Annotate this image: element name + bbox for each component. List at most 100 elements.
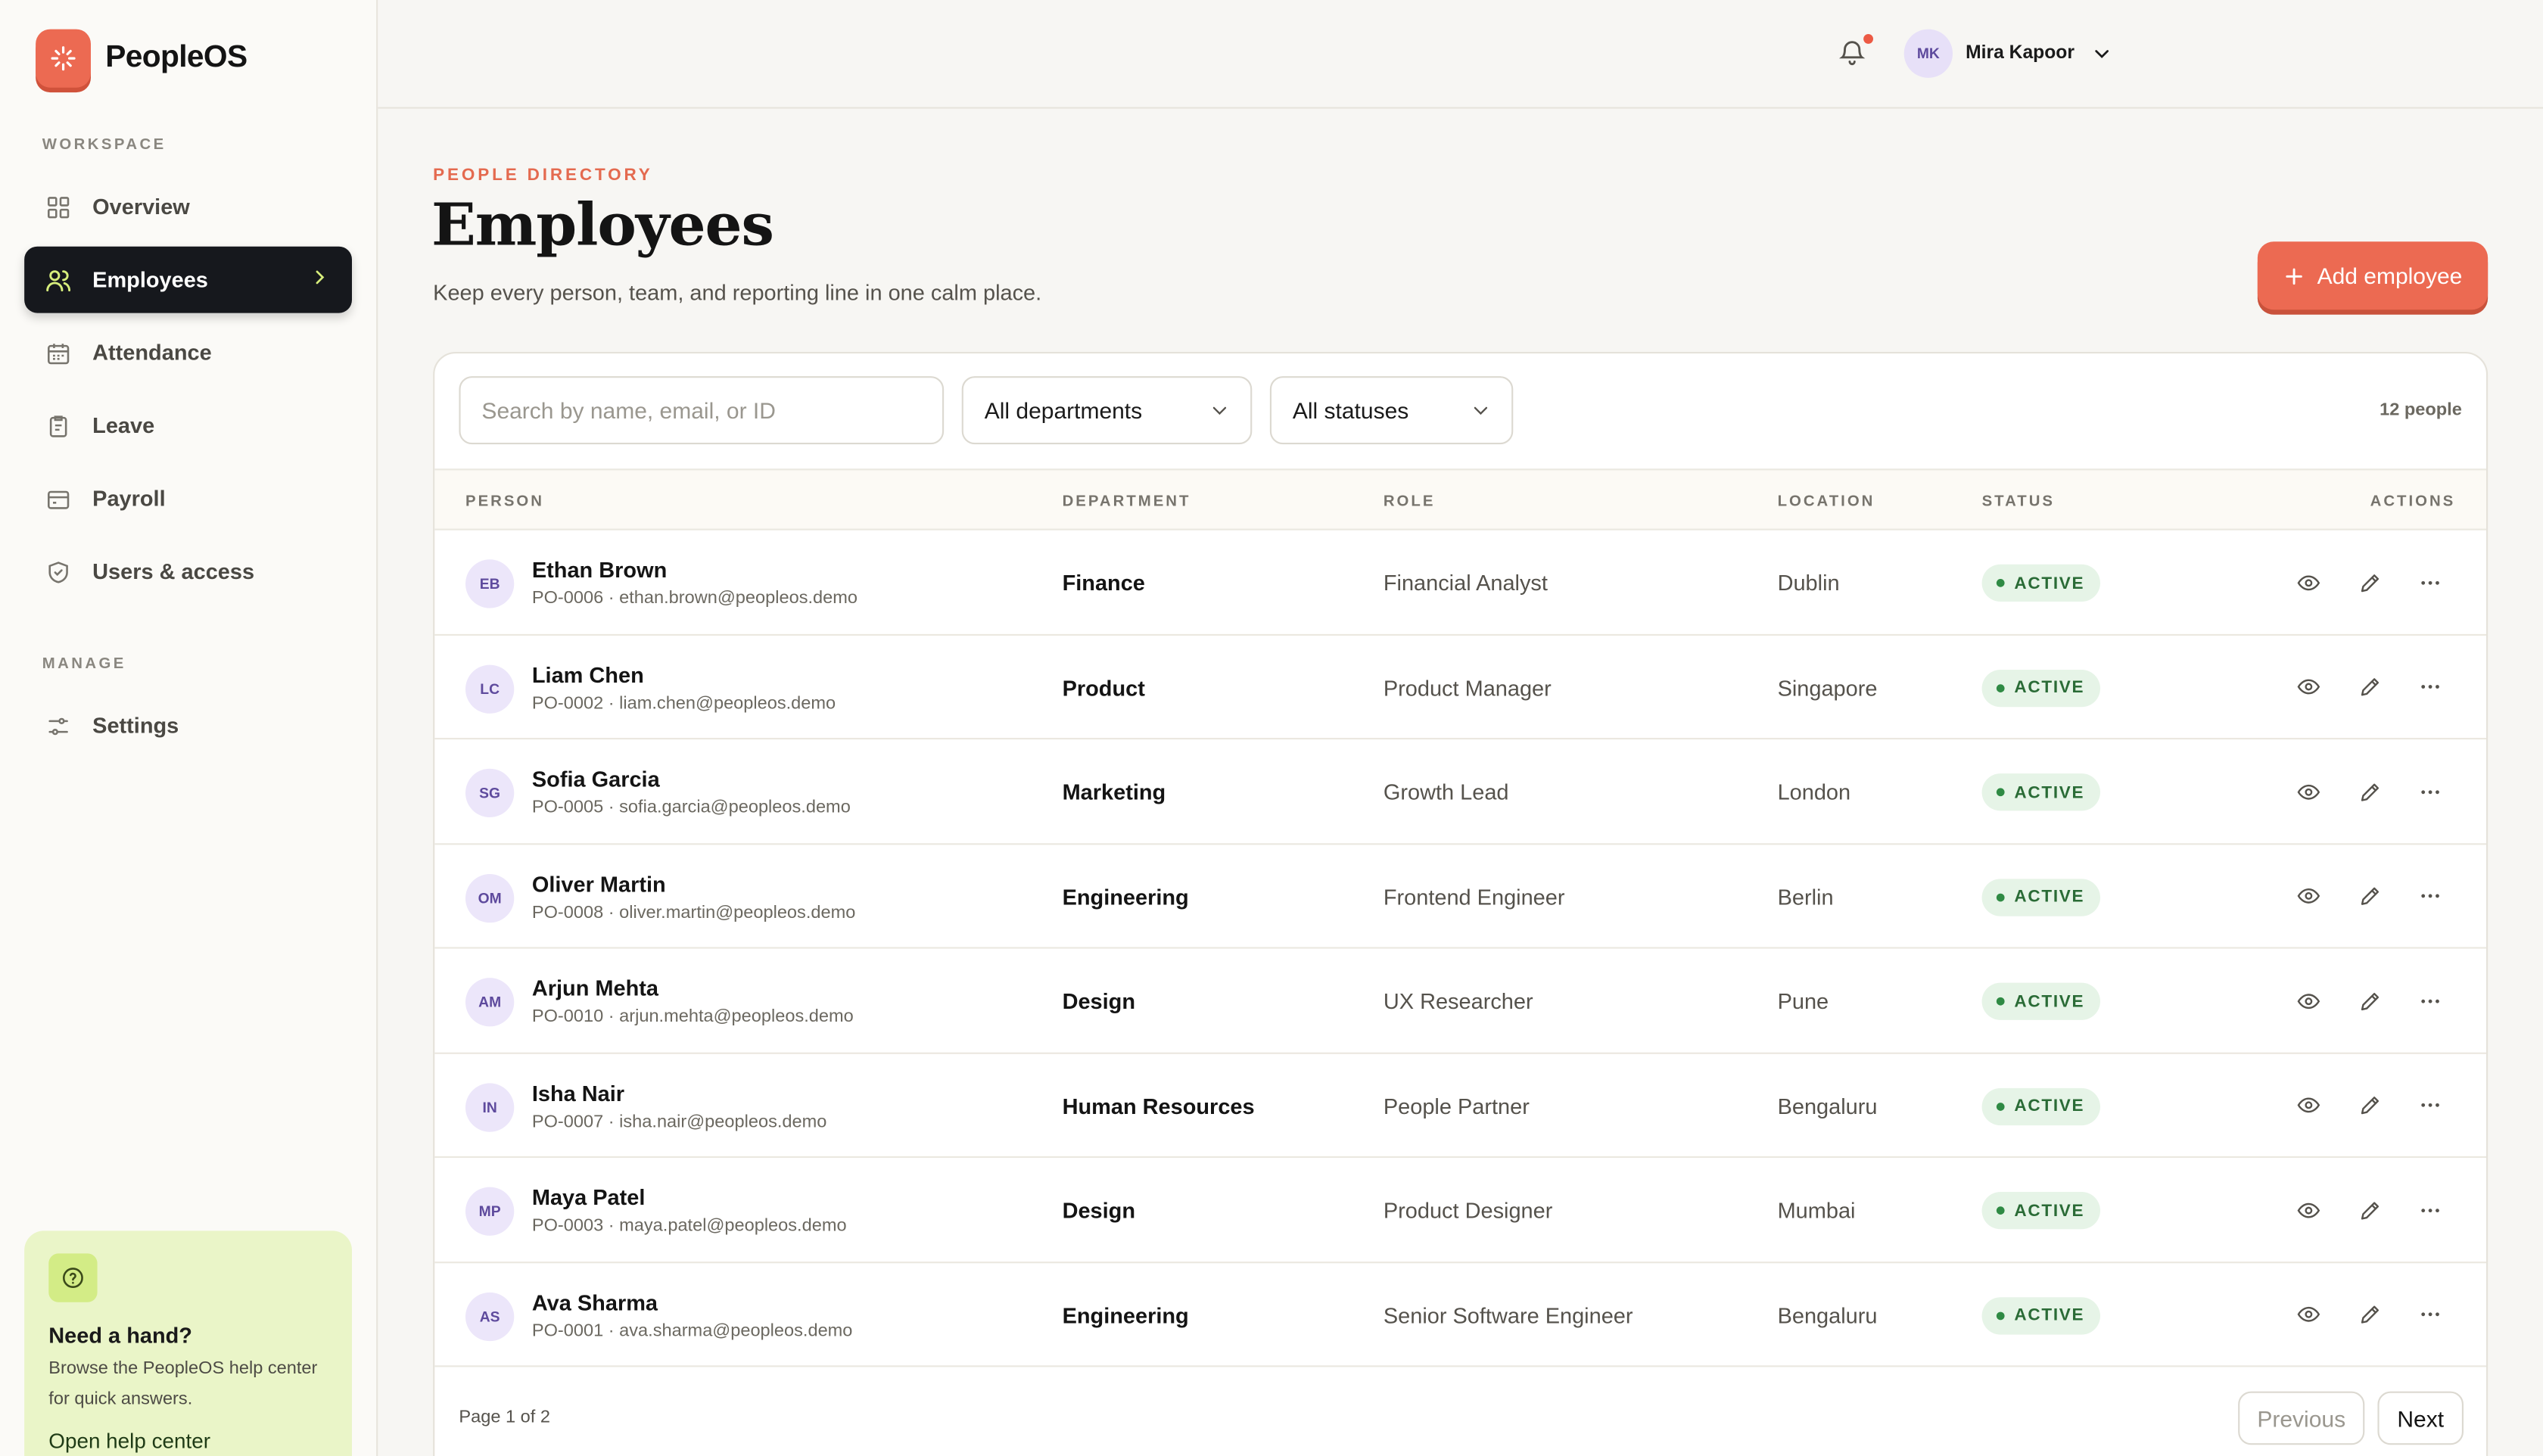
- page-eyebrow: PEOPLE DIRECTORY: [433, 165, 653, 185]
- table-row[interactable]: IN Isha Nair PO-0007 · isha.nair@peopleos.…: [434, 1053, 2486, 1158]
- table-row[interactable]: EB Ethan Brown PO-0006 · ethan.brown@peopl…: [434, 530, 2486, 635]
- edit-pencil-icon[interactable]: [2353, 880, 2386, 913]
- view-eye-icon[interactable]: [2292, 1089, 2324, 1122]
- employee-role: People Partner: [1383, 1094, 1530, 1118]
- status-dot: [1996, 788, 2005, 797]
- employee-name[interactable]: Maya Patel: [532, 1185, 646, 1209]
- employee-name[interactable]: Oliver Martin: [532, 872, 666, 896]
- sidebar-item-leave[interactable]: Leave: [24, 393, 352, 459]
- table-row[interactable]: LC Liam Chen PO-0002 · liam.chen@peopleos.…: [434, 635, 2486, 740]
- status-badge: ACTIVE: [1981, 1192, 2101, 1230]
- help-center-link[interactable]: Open help center: [48, 1429, 328, 1453]
- more-options-icon[interactable]: [2414, 985, 2446, 1017]
- sidebar-item-label: Attendance: [92, 341, 212, 366]
- column-header-location[interactable]: LOCATION: [1778, 493, 1875, 511]
- status-dot: [1996, 579, 2005, 587]
- employee-name[interactable]: Ethan Brown: [532, 558, 667, 582]
- more-options-icon[interactable]: [2414, 1298, 2446, 1330]
- department-select[interactable]: All departments: [961, 376, 1253, 445]
- sidebar-item-payroll[interactable]: Payroll: [24, 465, 352, 532]
- people-count: 12 people: [2380, 400, 2462, 420]
- employee-role: UX Researcher: [1383, 989, 1533, 1014]
- brand-name: PeopleOS: [105, 40, 247, 75]
- status-label: ACTIVE: [2014, 573, 2085, 593]
- table-row[interactable]: MP Maya Patel PO-0003 · maya.patel@peopleo…: [434, 1158, 2486, 1263]
- wallet-icon: [44, 484, 73, 514]
- department-select-value: All departments: [984, 397, 1143, 424]
- previous-page-button[interactable]: Previous: [2238, 1391, 2365, 1445]
- employee-name[interactable]: Sofia Garcia: [532, 767, 660, 792]
- employee-location: Bengaluru: [1777, 1094, 1878, 1118]
- employee-name[interactable]: Ava Sharma: [532, 1290, 658, 1314]
- status-select[interactable]: All statuses: [1269, 376, 1514, 445]
- employee-name[interactable]: Arjun Mehta: [532, 976, 658, 1000]
- column-header-status[interactable]: STATUS: [1982, 493, 2055, 511]
- column-header-role[interactable]: ROLE: [1384, 493, 1436, 511]
- edit-pencil-icon[interactable]: [2353, 1298, 2386, 1330]
- help-text: Browse the PeopleOS help center for quic…: [48, 1358, 318, 1410]
- chevron-right-icon: [310, 265, 329, 294]
- status-dot: [1996, 997, 2005, 1006]
- status-select-value: All statuses: [1292, 397, 1409, 424]
- table-row[interactable]: AM Arjun Mehta PO-0010 · arjun.mehta@peopl…: [434, 949, 2486, 1053]
- table-header: PERSON DEPARTMENT ROLE LOCATION STATUS A…: [434, 468, 2486, 530]
- view-eye-icon[interactable]: [2292, 1193, 2324, 1226]
- status-badge: ACTIVE: [1981, 982, 2101, 1020]
- more-options-icon[interactable]: [2414, 670, 2446, 703]
- employee-id-email: PO-0003 · maya.patel@peopleos.demo: [531, 1216, 847, 1236]
- more-options-icon[interactable]: [2414, 1193, 2446, 1226]
- status-dot: [1996, 1311, 2005, 1320]
- view-eye-icon[interactable]: [2292, 985, 2324, 1017]
- table-row[interactable]: AS Ava Sharma PO-0001 · ava.sharma@peopleo…: [434, 1262, 2486, 1367]
- more-options-icon[interactable]: [2414, 880, 2446, 913]
- employee-location: London: [1777, 779, 1851, 804]
- edit-pencil-icon[interactable]: [2353, 670, 2386, 703]
- avatar: SG: [465, 768, 515, 817]
- more-options-icon[interactable]: [2414, 775, 2446, 807]
- table-row[interactable]: OM Oliver Martin PO-0008 · oliver.martin@p…: [434, 844, 2486, 949]
- sidebar-item-employees[interactable]: Employees: [24, 246, 353, 313]
- sidebar-item-settings[interactable]: Settings: [24, 692, 352, 759]
- view-eye-icon[interactable]: [2292, 566, 2324, 599]
- calendar-icon: [44, 338, 73, 368]
- employee-name[interactable]: Liam Chen: [532, 662, 644, 686]
- column-header-actions: ACTIONS: [2370, 493, 2456, 511]
- edit-pencil-icon[interactable]: [2353, 775, 2386, 807]
- edit-pencil-icon[interactable]: [2353, 1089, 2386, 1122]
- sidebar-item-overview[interactable]: Overview: [24, 173, 352, 240]
- logo-sparkle-icon: [36, 29, 92, 88]
- employee-department: Product: [1062, 675, 1145, 700]
- brand[interactable]: PeopleOS: [36, 29, 247, 88]
- column-header-department[interactable]: DEPARTMENT: [1063, 493, 1191, 511]
- sidebar-item-attendance[interactable]: Attendance: [24, 319, 352, 386]
- employee-role: Growth Lead: [1383, 779, 1509, 804]
- user-menu[interactable]: MK Mira Kapoor: [1903, 29, 2112, 78]
- column-header-person[interactable]: PERSON: [465, 493, 544, 511]
- employee-department: Engineering: [1062, 884, 1189, 910]
- view-eye-icon[interactable]: [2292, 775, 2324, 807]
- sidebar: PeopleOS WORKSPACE Overview Employees At…: [0, 0, 378, 1456]
- add-employee-button[interactable]: Add employee: [2257, 241, 2489, 310]
- employee-location: Singapore: [1777, 675, 1878, 700]
- view-eye-icon[interactable]: [2292, 880, 2324, 913]
- employee-role: Product Manager: [1383, 675, 1552, 700]
- plus-icon: [2283, 265, 2305, 286]
- next-page-button[interactable]: Next: [2377, 1391, 2464, 1445]
- topbar: [378, 0, 2543, 109]
- table-row[interactable]: SG Sofia Garcia PO-0005 · sofia.garcia@peo…: [434, 739, 2486, 845]
- more-options-icon[interactable]: [2414, 1089, 2446, 1122]
- status-dot: [1996, 1102, 2005, 1110]
- chevron-down-icon: [2092, 44, 2112, 64]
- employee-name[interactable]: Isha Nair: [532, 1081, 624, 1105]
- avatar: OM: [465, 873, 515, 922]
- status-label: ACTIVE: [2014, 677, 2085, 698]
- edit-pencil-icon[interactable]: [2353, 566, 2386, 599]
- sidebar-item-users-access[interactable]: Users & access: [24, 538, 352, 605]
- edit-pencil-icon[interactable]: [2353, 985, 2386, 1017]
- more-options-icon[interactable]: [2414, 566, 2446, 599]
- user-name: Mira Kapoor: [1966, 43, 2075, 64]
- view-eye-icon[interactable]: [2292, 670, 2324, 703]
- view-eye-icon[interactable]: [2292, 1298, 2324, 1330]
- edit-pencil-icon[interactable]: [2353, 1193, 2386, 1226]
- search-input[interactable]: [459, 376, 945, 445]
